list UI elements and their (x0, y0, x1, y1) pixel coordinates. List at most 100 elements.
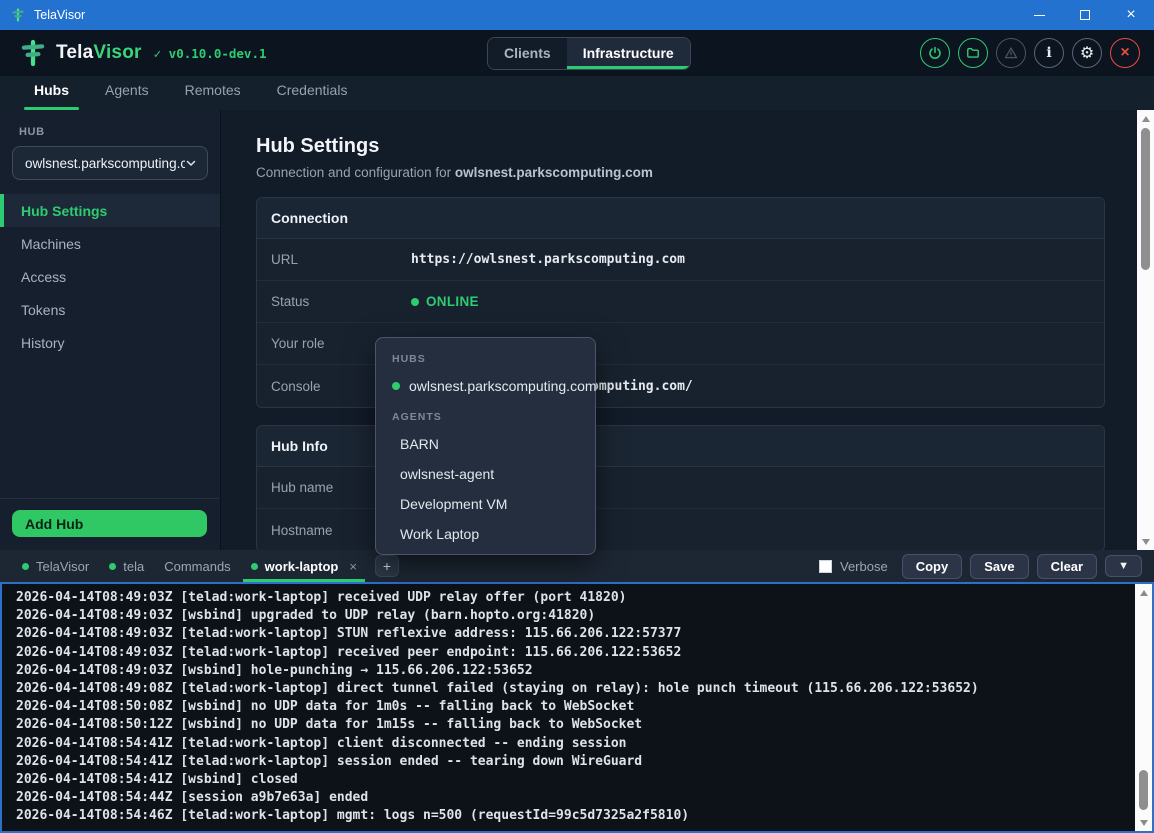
sidebar-item-hub-settings[interactable]: Hub Settings (0, 194, 220, 227)
check-icon: ✓ (154, 46, 162, 61)
gear-icon: ⚙ (1080, 43, 1094, 63)
subtitle-hostname: owlsnest.parkscomputing.com (455, 165, 653, 180)
terminal-tab-label: work-laptop (265, 559, 339, 574)
power-icon (928, 46, 942, 60)
app-caduceus-icon (10, 7, 26, 23)
terminal-tab-commands[interactable]: Commands (154, 550, 240, 582)
popup-hub-item-label: owlsnest.parkscomputing.com (409, 378, 597, 394)
online-dot-icon (392, 382, 400, 390)
settings-button[interactable]: ⚙ (1072, 38, 1102, 68)
status-badge: ONLINE (426, 294, 479, 309)
info-icon: i (1046, 45, 1051, 61)
folder-icon (966, 46, 980, 60)
popup-agent-label: Development VM (400, 496, 507, 512)
log-line: 2026-04-14T08:49:08Z [telad:work-laptop]… (16, 680, 1122, 698)
main-scrollbar[interactable] (1137, 110, 1154, 550)
maximize-button[interactable] (1062, 0, 1108, 30)
log-line: 2026-04-14T08:49:03Z [wsbind] hole-punch… (16, 662, 1122, 680)
tab-infrastructure[interactable]: Infrastructure (567, 38, 690, 69)
terminal-tab-telavisor[interactable]: TelaVisor (12, 550, 99, 582)
log-scrollbar-thumb[interactable] (1139, 770, 1148, 810)
log-scrollbar[interactable] (1135, 584, 1152, 831)
sidebar-item-access[interactable]: Access (0, 260, 220, 293)
hub-select[interactable]: owlsnest.parkscomputing.c (12, 146, 208, 180)
popup-agent-label: owlsnest-agent (400, 466, 494, 482)
scroll-up-icon[interactable] (1137, 111, 1154, 126)
brand-caduceus-icon (18, 38, 48, 68)
verbose-label: Verbose (840, 559, 888, 574)
popup-hubs-label: HUBS (376, 351, 595, 371)
clear-button[interactable]: Clear (1037, 554, 1098, 579)
popup-agent-work-laptop[interactable]: Work Laptop (376, 519, 595, 549)
url-label: URL (271, 252, 411, 267)
brand-primary: Tela (56, 42, 93, 63)
nav-tab-remotes[interactable]: Remotes (181, 76, 245, 110)
minimize-button[interactable] (1016, 0, 1062, 30)
sidebar-item-tokens[interactable]: Tokens (0, 293, 220, 326)
terminal-tab-label: TelaVisor (36, 559, 89, 574)
green-dot-icon (109, 563, 116, 570)
status-label: Status (271, 294, 411, 309)
minimize-icon (1034, 15, 1045, 16)
tab-close-icon[interactable]: × (349, 559, 357, 574)
add-terminal-tab-button[interactable]: + (375, 555, 399, 577)
brand-secondary: Visor (93, 42, 141, 63)
popup-agent-development-vm[interactable]: Development VM (376, 489, 595, 519)
log-line: 2026-04-14T08:49:03Z [wsbind] upgraded t… (16, 607, 1122, 625)
scroll-up-icon[interactable] (1135, 585, 1152, 600)
tab-clients[interactable]: Clients (488, 38, 567, 69)
nav-tab-hubs[interactable]: Hubs (30, 76, 73, 110)
popup-agent-label: Work Laptop (400, 526, 479, 542)
chevron-down-icon (185, 157, 197, 169)
add-hub-button[interactable]: Add Hub (12, 510, 207, 537)
status-row: Status ONLINE (257, 281, 1104, 323)
popup-agent-barn[interactable]: BARN (376, 429, 595, 459)
page-title: Hub Settings (256, 135, 1137, 158)
copy-button[interactable]: Copy (902, 554, 963, 579)
collapse-terminal-button[interactable]: ▼ (1105, 555, 1142, 577)
log-line: 2026-04-14T08:54:44Z [session a9b7e63a] … (16, 789, 1122, 807)
log-line: 2026-04-14T08:54:41Z [telad:work-laptop]… (16, 753, 1122, 771)
log-line: 2026-04-14T08:54:41Z [telad:work-laptop]… (16, 735, 1122, 753)
close-icon: × (1126, 7, 1135, 23)
terminal-tab-tela[interactable]: tela (99, 550, 154, 582)
main-panel: Hub Settings Connection and configuratio… (222, 110, 1137, 550)
log-line: 2026-04-14T08:54:46Z [telad:work-laptop]… (16, 807, 1122, 825)
info-button[interactable]: i (1034, 38, 1064, 68)
folder-button[interactable] (958, 38, 988, 68)
popup-agent-owlsnest[interactable]: owlsnest-agent (376, 459, 595, 489)
green-dot-icon (22, 563, 29, 570)
sidebar-item-history[interactable]: History (0, 326, 220, 359)
app-header: TelaVisor ✓ v0.10.0-dev.1 Clients Infras… (0, 30, 1154, 76)
disconnect-button[interactable]: × (1110, 38, 1140, 68)
warning-button[interactable] (996, 38, 1026, 68)
log-line: 2026-04-14T08:49:03Z [telad:work-laptop]… (16, 644, 1122, 662)
green-dot-icon (251, 563, 258, 570)
window-title: TelaVisor (34, 8, 85, 22)
popup-hub-item[interactable]: owlsnest.parkscomputing.com (376, 371, 595, 401)
terminal-log[interactable]: 2026-04-14T08:49:03Z [telad:work-laptop]… (0, 582, 1154, 833)
log-line: 2026-04-14T08:50:08Z [wsbind] no UDP dat… (16, 698, 1122, 716)
log-line: 2026-04-14T08:49:03Z [telad:work-laptop]… (16, 625, 1122, 643)
save-button[interactable]: Save (970, 554, 1028, 579)
status-dot (411, 298, 419, 306)
terminal-actions: Verbose Copy Save Clear ▼ (819, 554, 1142, 579)
close-window-button[interactable]: × (1108, 0, 1154, 30)
mode-tab-group: Clients Infrastructure (487, 37, 691, 70)
power-button[interactable] (920, 38, 950, 68)
brand-logo: TelaVisor (56, 42, 142, 64)
plus-icon: + (383, 558, 391, 574)
url-value: https://owlsnest.parkscomputing.com (411, 252, 685, 267)
scroll-down-icon[interactable] (1137, 534, 1154, 549)
verbose-checkbox[interactable] (819, 560, 832, 573)
popup-agent-label: BARN (400, 436, 439, 452)
nav-tab-credentials[interactable]: Credentials (273, 76, 352, 110)
terminal-tab-label: Commands (164, 559, 230, 574)
main-scrollbar-thumb[interactable] (1141, 128, 1150, 270)
terminal-tab-work-laptop[interactable]: work-laptop × (241, 550, 367, 582)
sidebar-footer: Add Hub (0, 498, 219, 550)
scroll-down-icon[interactable] (1135, 815, 1152, 830)
sidebar-item-machines[interactable]: Machines (0, 227, 220, 260)
nav-tab-agents[interactable]: Agents (101, 76, 153, 110)
connection-panel-title: Connection (257, 198, 1104, 239)
